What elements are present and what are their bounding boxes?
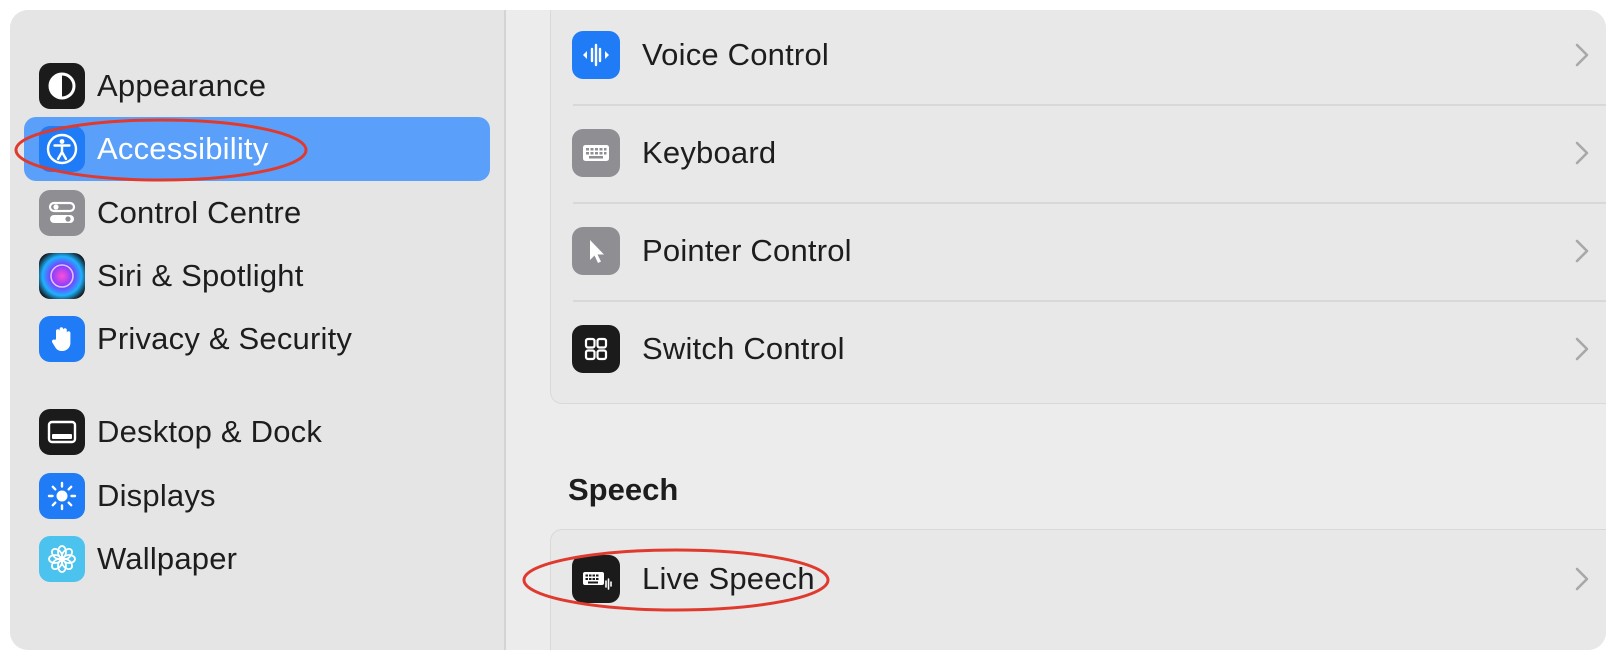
siri-icon	[39, 253, 85, 299]
sidebar-item-label: Siri & Spotlight	[97, 258, 304, 293]
row-label: Switch Control	[642, 331, 845, 366]
system-settings-window: Appearance Accessibility Control Centre …	[10, 10, 1606, 650]
sidebar-item-label: Control Centre	[97, 195, 302, 230]
switch-grid-icon	[572, 325, 620, 373]
chevron-right-icon	[1575, 567, 1589, 591]
row-pointer-control[interactable]: Pointer Control	[551, 202, 1606, 300]
sidebar-item-control-centre[interactable]: Control Centre	[24, 181, 490, 245]
pointer-icon	[572, 227, 620, 275]
row-label: Voice Control	[642, 37, 829, 72]
sidebar-item-label: Privacy & Security	[97, 321, 353, 356]
row-keyboard[interactable]: Keyboard	[551, 104, 1606, 202]
sidebar-item-label: Desktop & Dock	[97, 414, 323, 449]
sidebar-item-wallpaper[interactable]: Wallpaper	[24, 527, 490, 591]
dock-icon	[39, 409, 85, 455]
sidebar-item-label: Wallpaper	[97, 541, 238, 576]
sidebar-item-displays[interactable]: Displays	[24, 464, 490, 528]
row-voice-control[interactable]: Voice Control	[551, 10, 1606, 104]
sidebar-item-label: Appearance	[97, 68, 267, 103]
appearance-icon	[39, 63, 85, 109]
accessibility-icon	[39, 126, 85, 172]
flower-icon	[39, 536, 85, 582]
section-title-speech: Speech	[568, 472, 679, 507]
sidebar-item-desktop-dock[interactable]: Desktop & Dock	[24, 400, 490, 464]
sidebar-item-siri-spotlight[interactable]: Siri & Spotlight	[24, 244, 490, 308]
main-content: Voice Control Keyboard Pointer Control S…	[506, 10, 1606, 650]
live-speech-icon	[572, 555, 620, 603]
motor-settings-group: Voice Control Keyboard Pointer Control S…	[550, 10, 1606, 404]
sidebar: Appearance Accessibility Control Centre …	[10, 10, 506, 650]
sidebar-item-label: Displays	[97, 478, 216, 513]
chevron-right-icon	[1575, 239, 1589, 263]
chevron-right-icon	[1575, 141, 1589, 165]
brightness-icon	[39, 473, 85, 519]
waveform-icon	[572, 31, 620, 79]
row-label: Live Speech	[642, 561, 815, 596]
sidebar-item-label: Accessibility	[97, 131, 269, 166]
row-label: Pointer Control	[642, 233, 852, 268]
row-live-speech[interactable]: Live Speech	[551, 530, 1606, 628]
chevron-right-icon	[1575, 337, 1589, 361]
control-centre-icon	[39, 190, 85, 236]
chevron-right-icon	[1575, 43, 1589, 67]
hand-icon	[39, 316, 85, 362]
row-switch-control[interactable]: Switch Control	[551, 300, 1606, 398]
speech-settings-group: Live Speech	[550, 529, 1606, 650]
row-label: Keyboard	[642, 135, 777, 170]
sidebar-item-appearance[interactable]: Appearance	[24, 54, 490, 118]
sidebar-item-privacy-security[interactable]: Privacy & Security	[24, 307, 490, 371]
sidebar-item-accessibility[interactable]: Accessibility	[24, 117, 490, 181]
keyboard-icon	[572, 129, 620, 177]
